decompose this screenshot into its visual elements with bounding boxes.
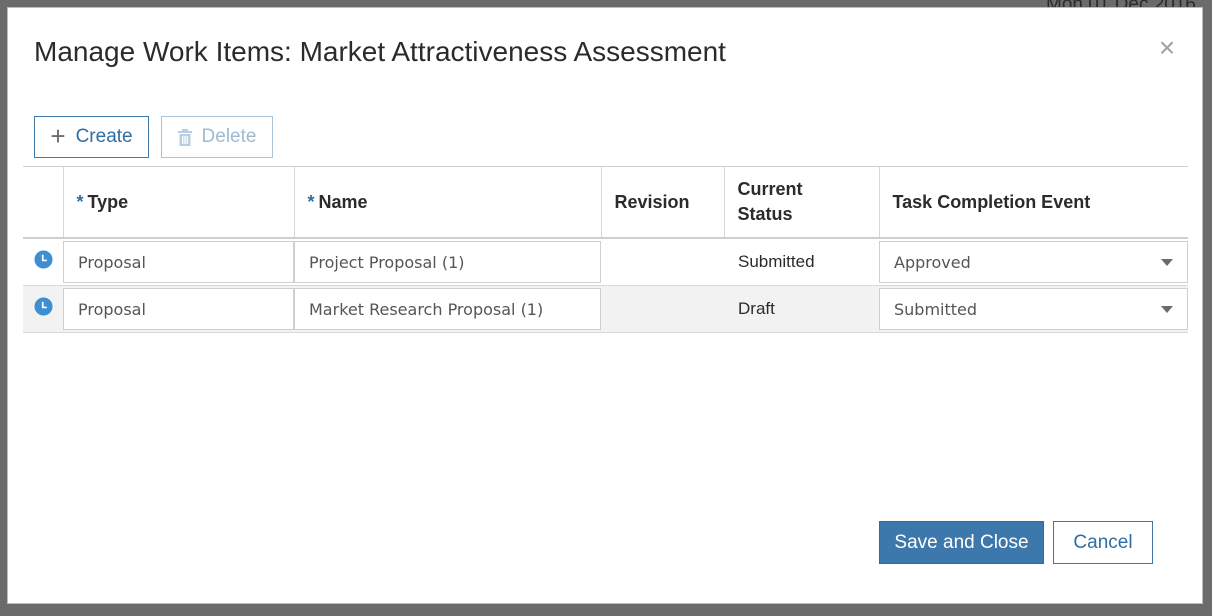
delete-button[interactable]: Delete <box>161 116 273 158</box>
task-completion-event-value: Submitted <box>894 299 978 319</box>
cancel-button[interactable]: Cancel <box>1053 521 1153 564</box>
table-header-row: * Type * Name Revision Current Status Task … <box>23 166 1188 239</box>
header-task-completion-event[interactable]: Task Completion Event <box>879 166 1188 239</box>
clock-icon <box>33 250 53 269</box>
name-field[interactable]: Market Research Proposal (1) <box>294 288 601 330</box>
create-button[interactable]: + Create <box>34 116 149 158</box>
header-name[interactable]: * Name <box>294 166 602 239</box>
revision-cell <box>601 285 724 333</box>
dialog-title: Manage Work Items: Market Attractiveness… <box>34 36 726 67</box>
row-status-cell <box>23 285 63 333</box>
required-marker: * <box>76 191 84 212</box>
type-cell: Proposal <box>63 285 294 333</box>
header-revision[interactable]: Revision <box>601 166 725 239</box>
close-icon[interactable]: × <box>1155 34 1179 62</box>
header-task-completion-event-label: Task Completion Event <box>892 191 1091 212</box>
type-cell: Proposal <box>63 238 294 286</box>
row-status-cell <box>23 238 63 286</box>
current-status-cell: Draft <box>724 285 879 333</box>
header-current-status[interactable]: Current Status <box>724 166 880 239</box>
header-current-status-line2: Status <box>737 204 793 224</box>
save-and-close-button[interactable]: Save and Close <box>879 521 1044 564</box>
manage-work-items-dialog: Manage Work Items: Market Attractiveness… <box>7 7 1203 604</box>
name-cell: Project Proposal (1) <box>294 238 601 286</box>
table-row[interactable]: Proposal Market Research Proposal (1) Dr… <box>23 285 1188 333</box>
header-type-label: Type <box>87 191 129 212</box>
create-button-label: Create <box>75 126 133 147</box>
name-field[interactable]: Project Proposal (1) <box>294 241 601 283</box>
task-completion-event-cell: Submitted <box>879 285 1188 333</box>
clock-icon <box>33 297 53 316</box>
current-status-cell: Submitted <box>724 238 879 286</box>
name-cell: Market Research Proposal (1) <box>294 285 601 333</box>
header-name-label: Name <box>318 191 368 212</box>
task-completion-event-select[interactable]: Approved <box>879 241 1188 283</box>
chevron-down-icon <box>1161 305 1173 313</box>
type-field[interactable]: Proposal <box>63 288 294 330</box>
required-marker: * <box>307 191 315 212</box>
chevron-down-icon <box>1161 258 1173 266</box>
header-icon-col <box>23 166 64 239</box>
task-completion-event-cell: Approved <box>879 238 1188 286</box>
revision-cell <box>601 238 724 286</box>
header-current-status-line1: Current <box>737 179 803 199</box>
header-revision-label: Revision <box>614 191 690 212</box>
type-field[interactable]: Proposal <box>63 241 294 283</box>
plus-icon: + <box>50 120 66 151</box>
header-type[interactable]: * Type <box>63 166 295 239</box>
task-completion-event-value: Approved <box>894 252 971 272</box>
task-completion-event-select[interactable]: Submitted <box>879 288 1188 330</box>
table-row[interactable]: Proposal Project Proposal (1) Submitted … <box>23 238 1188 286</box>
work-items-table: * Type * Name Revision Current Status Task … <box>23 166 1188 333</box>
delete-button-label: Delete <box>201 126 257 147</box>
trash-icon <box>177 128 192 146</box>
